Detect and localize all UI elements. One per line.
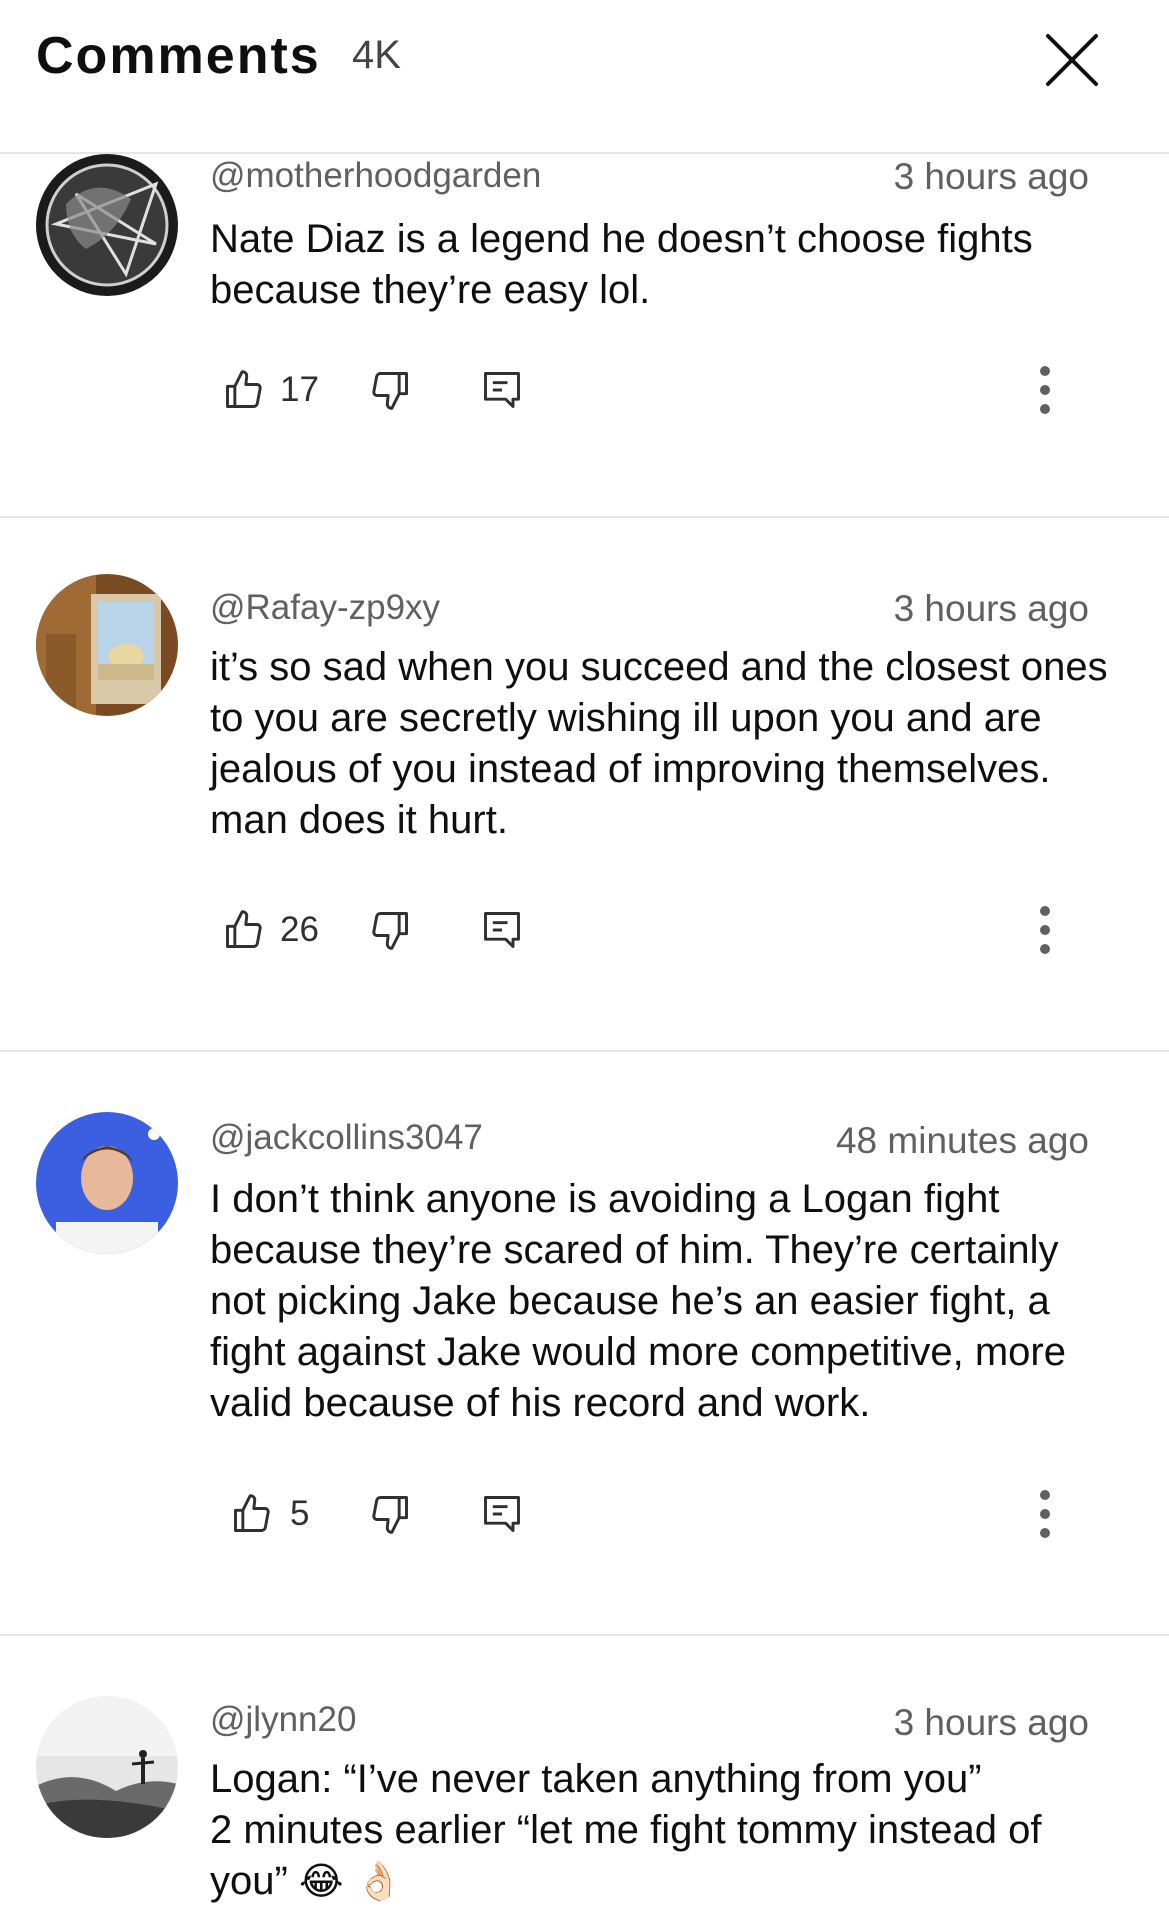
more-vertical-icon[interactable] (1030, 358, 1060, 422)
comments-title: Comments (36, 27, 321, 85)
more-vertical-icon[interactable] (1030, 1482, 1060, 1546)
comment-actions: 5 (210, 1484, 1110, 1544)
like-count: 26 (280, 910, 319, 949)
comment-text: it’s so sad when you succeed and the clo… (210, 645, 1108, 842)
comment-item: @motherhoodgarden 3 hours ago Nate Diaz … (0, 154, 1169, 518)
comment-author[interactable]: @jackcollins3047 (210, 1118, 483, 1158)
thumbs-up-icon[interactable] (230, 1492, 274, 1536)
comment-text: Nate Diaz is a legend he doesn’t choose … (210, 217, 1033, 312)
comment-text: I don’t think anyone is avoiding a Logan… (210, 1177, 1066, 1425)
comment-author[interactable]: @motherhoodgarden (210, 156, 541, 196)
thumbs-down-icon[interactable] (368, 908, 412, 952)
comment-time: 3 hours ago (893, 156, 1089, 197)
avatar[interactable] (36, 1112, 178, 1254)
comment-item: @Rafay-zp9xy 3 hours ago it’s so sad whe… (0, 518, 1169, 1052)
thumbs-down-icon[interactable] (368, 368, 412, 412)
avatar[interactable] (36, 1696, 178, 1838)
comment-author[interactable]: @Rafay-zp9xy (210, 588, 440, 628)
thumbs-up-icon[interactable] (222, 368, 266, 412)
comment-item: @jackcollins3047 48 minutes ago I don’t … (0, 1052, 1169, 1636)
comment-emoji: 😂 👌🏻 (298, 1859, 403, 1903)
comments-count: 4K (352, 33, 401, 77)
comment-text-line: 2 minutes earlier “let me fight tommy in… (210, 1808, 1042, 1852)
like-count: 5 (290, 1494, 310, 1533)
thumbs-down-icon[interactable] (368, 1492, 412, 1536)
more-vertical-icon[interactable] (1030, 898, 1060, 962)
thumbs-up-icon[interactable] (222, 908, 266, 952)
like-count: 17 (280, 370, 319, 409)
comment-actions: 26 (210, 900, 1110, 960)
comment-time: 3 hours ago (893, 1702, 1089, 1743)
comment-actions: 17 (210, 360, 1110, 420)
comment-item: @jlynn20 3 hours ago Logan: “I’ve never … (0, 1636, 1169, 1930)
avatar[interactable] (36, 154, 178, 296)
reply-icon[interactable] (480, 1492, 524, 1536)
reply-icon[interactable] (480, 368, 524, 412)
close-icon[interactable] (1040, 28, 1104, 92)
comment-text: Logan: “I’ve never taken anything from y… (210, 1754, 1110, 1907)
reply-icon[interactable] (480, 908, 524, 952)
comment-text-end: you” (210, 1859, 288, 1903)
comment-text-line: you” 😂 👌🏻 (210, 1856, 1110, 1907)
comments-header: Comments 4K (0, 0, 1169, 154)
comment-time: 48 minutes ago (835, 1120, 1089, 1161)
comment-text-line: Logan: “I’ve never taken anything from y… (210, 1757, 982, 1801)
avatar[interactable] (36, 574, 178, 716)
comment-time: 3 hours ago (893, 588, 1089, 629)
comment-author[interactable]: @jlynn20 (210, 1700, 356, 1740)
